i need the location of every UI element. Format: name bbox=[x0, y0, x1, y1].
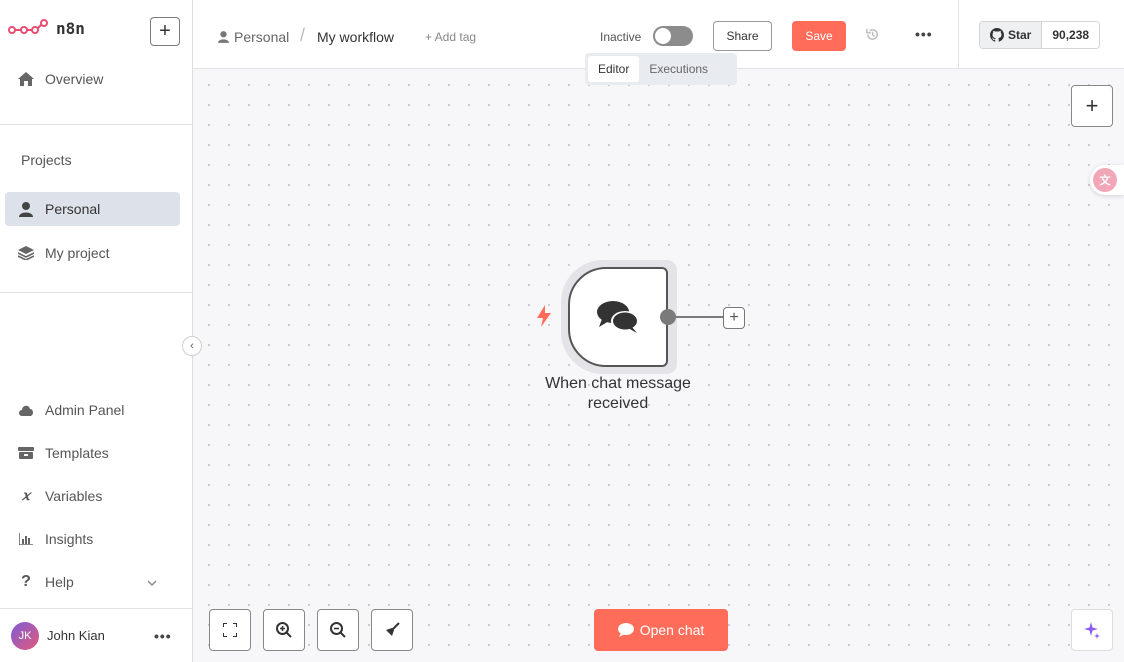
sparkle-icon bbox=[1084, 622, 1100, 639]
user-icon bbox=[17, 201, 35, 217]
layers-icon bbox=[17, 246, 35, 260]
avatar: JK bbox=[11, 621, 39, 650]
plus-icon: + bbox=[729, 309, 739, 326]
question-icon: ? bbox=[21, 573, 31, 590]
sidebar-item-label: Insights bbox=[45, 531, 94, 547]
save-button[interactable]: Save bbox=[792, 21, 846, 51]
chart-icon bbox=[17, 533, 35, 545]
broom-icon bbox=[386, 622, 400, 636]
sidebar-item-label: Help bbox=[45, 574, 74, 590]
zoom-in-button[interactable] bbox=[263, 609, 305, 651]
github-star-button[interactable]: Star 90,238 bbox=[979, 21, 1101, 49]
divider bbox=[0, 124, 193, 125]
sidebar-item-variables[interactable]: 𝑥 Variables bbox=[5, 479, 180, 513]
breadcrumb-project-label: Personal bbox=[234, 29, 290, 45]
open-chat-label: Open chat bbox=[639, 622, 705, 638]
home-icon bbox=[17, 72, 35, 86]
github-icon bbox=[990, 28, 1004, 42]
more-icon[interactable]: ••• bbox=[915, 26, 933, 42]
node-output-handle[interactable] bbox=[660, 309, 676, 325]
sidebar-item-label: Templates bbox=[45, 445, 109, 461]
variable-icon: 𝑥 bbox=[22, 488, 30, 504]
collapse-sidebar-button[interactable]: ‹ bbox=[182, 336, 202, 356]
tab-editor[interactable]: Editor bbox=[588, 56, 640, 82]
sidebar-item-insights[interactable]: Insights bbox=[5, 522, 180, 556]
sidebar-item-label: My project bbox=[45, 245, 110, 261]
sidebar-item-my-project[interactable]: My project bbox=[5, 236, 180, 270]
sidebar-item-admin-panel[interactable]: Admin Panel bbox=[5, 393, 180, 427]
box-icon bbox=[17, 447, 35, 459]
active-toggle[interactable] bbox=[653, 26, 693, 46]
fit-view-button[interactable] bbox=[209, 609, 251, 651]
translate-icon: 文 bbox=[1093, 168, 1117, 192]
history-icon[interactable] bbox=[865, 27, 880, 45]
zoom-out-button[interactable] bbox=[317, 609, 359, 651]
sidebar-item-help[interactable]: ? Help bbox=[5, 565, 180, 599]
sidebar-item-label: Personal bbox=[45, 201, 101, 217]
user-menu[interactable]: JK John Kian ••• bbox=[0, 608, 193, 662]
translate-badge[interactable]: 文 bbox=[1090, 165, 1124, 195]
zoom-out-icon bbox=[330, 622, 346, 638]
sidebar-item-personal[interactable]: Personal bbox=[5, 192, 180, 226]
sidebar-item-label: Variables bbox=[45, 488, 103, 504]
github-star-label: Star bbox=[1008, 28, 1032, 42]
app-name: n8n bbox=[56, 18, 85, 38]
node-connector-line bbox=[675, 316, 723, 318]
create-new-button[interactable]: + bbox=[150, 17, 180, 46]
chevron-left-icon: ‹ bbox=[190, 340, 194, 352]
sidebar-item-overview[interactable]: Overview bbox=[5, 62, 180, 96]
node-label: When chat message received bbox=[545, 375, 691, 412]
sidebar-item-label: Overview bbox=[45, 71, 104, 87]
breadcrumb-project[interactable]: Personal bbox=[218, 29, 289, 45]
sidebar-item-templates[interactable]: Templates bbox=[5, 436, 180, 470]
chat-bubbles-icon bbox=[597, 301, 639, 333]
n8n-logo-icon bbox=[8, 19, 48, 34]
chat-trigger-node[interactable] bbox=[568, 267, 668, 367]
github-star-label-wrap: Star bbox=[980, 22, 1043, 48]
divider bbox=[0, 292, 193, 293]
chat-icon bbox=[617, 623, 634, 637]
github-star-count: 90,238 bbox=[1042, 22, 1100, 48]
breadcrumb-separator: / bbox=[300, 25, 306, 45]
workflow-name[interactable]: My workflow bbox=[317, 29, 394, 45]
plus-icon: + bbox=[1085, 93, 1099, 118]
trigger-bolt-icon bbox=[537, 305, 551, 333]
user-name: John Kian bbox=[47, 628, 105, 643]
chevron-down-icon bbox=[147, 573, 157, 589]
projects-heading: Projects bbox=[21, 152, 72, 168]
user-icon bbox=[218, 31, 229, 43]
workflow-canvas[interactable]: + 文 + When chat message received Open ch… bbox=[193, 69, 1124, 662]
add-next-node-button[interactable]: + bbox=[723, 307, 745, 329]
zoom-in-icon bbox=[276, 622, 292, 638]
cloud-icon bbox=[17, 404, 35, 416]
sidebar: n8n + Overview Projects Personal My proj… bbox=[0, 0, 202, 662]
tidy-up-button[interactable] bbox=[371, 609, 413, 651]
divider bbox=[958, 0, 959, 69]
more-icon[interactable]: ••• bbox=[154, 628, 172, 644]
status-label: Inactive bbox=[600, 30, 642, 44]
app-logo[interactable]: n8n bbox=[8, 18, 85, 38]
view-tabs: Editor Executions bbox=[585, 53, 737, 85]
add-tag-button[interactable]: + Add tag bbox=[425, 30, 476, 44]
sidebar-item-label: Admin Panel bbox=[45, 402, 125, 418]
open-chat-button[interactable]: Open chat bbox=[594, 609, 728, 651]
fullscreen-icon bbox=[223, 623, 237, 637]
tab-executions[interactable]: Executions bbox=[639, 56, 718, 82]
ai-assistant-button[interactable] bbox=[1071, 609, 1113, 651]
share-button[interactable]: Share bbox=[713, 21, 772, 51]
add-node-button[interactable]: + bbox=[1071, 85, 1113, 127]
